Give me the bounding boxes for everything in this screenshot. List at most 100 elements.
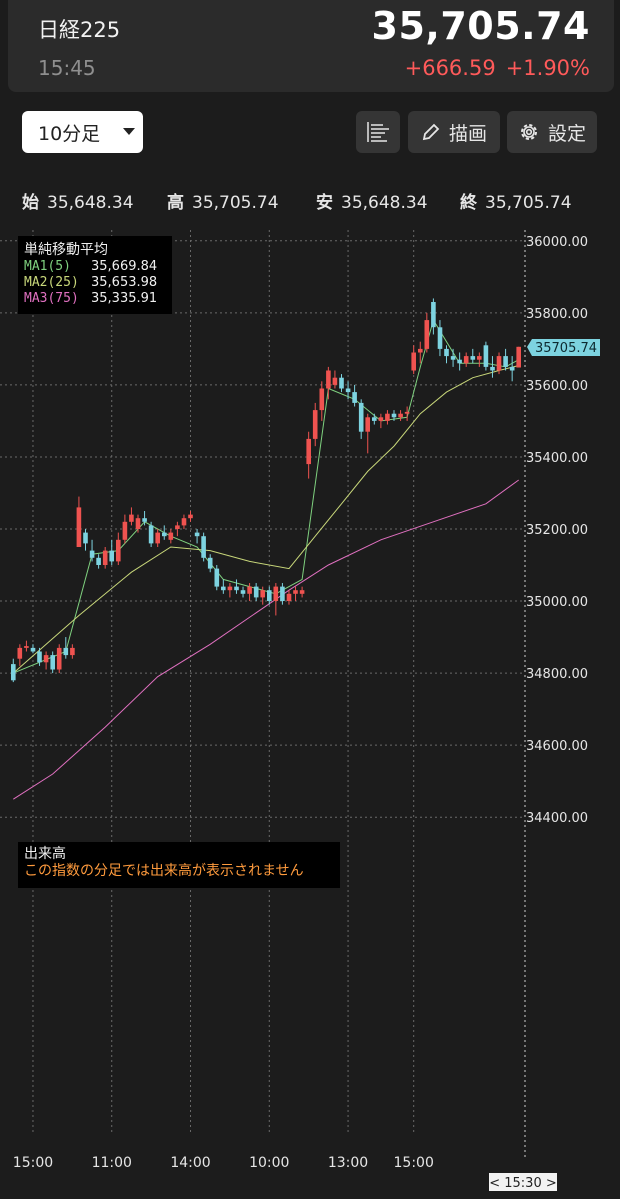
- candle-body: [273, 586, 279, 601]
- index-name: 日経225: [38, 18, 121, 42]
- high-value: 35,705.74: [192, 193, 279, 213]
- interval-select[interactable]: 10分足: [22, 111, 143, 153]
- candle-body: [477, 356, 482, 360]
- candle-body: [312, 410, 318, 439]
- candle-body: [509, 366, 515, 371]
- candle-body: [490, 366, 495, 371]
- y-tick-label: 36000.00: [526, 235, 588, 250]
- candle-body: [240, 590, 246, 594]
- price-chart[interactable]: 34400.00 34600.00 34800.00 35000.00 35200.00…: [0, 230, 620, 1199]
- y-tick-label: 34800.00: [526, 667, 588, 682]
- candle-body: [352, 392, 357, 403]
- ma-line: [12, 365, 519, 674]
- ohlc-open: 始 35,648.34: [22, 188, 134, 213]
- ma1-value: 35,669.84: [91, 259, 157, 274]
- candle-body: [332, 377, 338, 385]
- pencil-icon: [422, 123, 440, 141]
- x-tick-label: 13:00: [328, 1155, 368, 1171]
- candle-body: [83, 532, 88, 544]
- close-label: 終: [460, 193, 477, 213]
- candle-body: [194, 532, 200, 537]
- candle-body: [365, 417, 370, 432]
- candle-body: [214, 568, 220, 587]
- ma1-label: MA1(5): [24, 259, 71, 274]
- candle-body: [207, 557, 213, 569]
- candle-body: [70, 647, 75, 656]
- candle-body: [56, 647, 62, 670]
- candle-body: [76, 507, 82, 547]
- volume-title: 出来高: [24, 845, 66, 862]
- candle-body: [372, 417, 377, 421]
- candle-body: [181, 518, 187, 526]
- candle-body: [148, 525, 154, 544]
- candle-body: [253, 586, 259, 598]
- candle-body: [444, 348, 449, 357]
- candle-body: [339, 377, 344, 389]
- settings-button[interactable]: 設定: [507, 111, 597, 153]
- candle-body: [188, 514, 193, 519]
- x-tick-label: 15:00: [394, 1155, 434, 1171]
- draw-button[interactable]: 描画: [408, 111, 500, 153]
- y-tick-label: 34600.00: [526, 739, 588, 754]
- candle-body: [168, 532, 174, 540]
- ma2-value: 35,653.98: [91, 275, 157, 290]
- candle-body: [17, 647, 23, 659]
- x-tick-label: 15:00: [13, 1155, 53, 1171]
- candle-body: [424, 320, 430, 349]
- quote-header: 日経225 15:45 35,705.74 +666.59 +1.90%: [8, 0, 614, 92]
- candle-body: [175, 525, 180, 529]
- y-tick-label: 35200.00: [526, 523, 588, 538]
- ma-line: [13, 318, 519, 674]
- candle-body: [267, 590, 272, 601]
- open-label: 始: [22, 193, 39, 213]
- candle-body: [221, 586, 226, 591]
- candle-body: [24, 646, 29, 648]
- layout-button[interactable]: [356, 111, 400, 153]
- settings-label: 設定: [547, 122, 586, 145]
- candle-body: [299, 590, 305, 594]
- candle-body: [50, 655, 55, 670]
- candle-body: [201, 536, 206, 558]
- y-tick-label: 35000.00: [526, 595, 588, 610]
- low-value: 35,648.34: [341, 193, 428, 213]
- candle-body: [457, 359, 462, 364]
- quote-time: 15:45: [38, 56, 96, 80]
- candle-body: [437, 327, 443, 349]
- candle-body: [155, 532, 160, 544]
- candle-body: [286, 593, 292, 601]
- price-change: +666.59 +1.90%: [395, 56, 590, 80]
- candle-body: [345, 388, 351, 393]
- candle-body: [516, 346, 521, 368]
- candle-body: [358, 402, 364, 432]
- candle-body: [142, 518, 147, 522]
- current-price: 35,705.74: [371, 4, 590, 48]
- ma-legend-title: 単純移動平均: [24, 242, 108, 258]
- chevron-down-icon: [123, 128, 135, 135]
- candle-body: [280, 586, 285, 601]
- low-label: 安: [316, 193, 333, 213]
- candle-body: [96, 557, 101, 565]
- candle-body: [102, 550, 108, 565]
- candle-body: [391, 413, 397, 418]
- candle-body: [503, 356, 508, 367]
- candle-body: [227, 586, 233, 591]
- candle-body: [129, 514, 134, 522]
- x-tick-label: 11:00: [92, 1155, 132, 1171]
- ohlc-high: 高 35,705.74: [167, 188, 279, 213]
- ohlc-close: 終 35,705.74: [460, 188, 572, 213]
- ma2-label: MA2(25): [24, 275, 79, 290]
- y-tick-label: 35800.00: [526, 307, 588, 322]
- ohlc-low: 安 35,648.34: [316, 188, 428, 213]
- candle-body: [306, 438, 311, 465]
- candle-body: [385, 413, 390, 421]
- gear-icon: [520, 124, 537, 140]
- candle-body: [109, 550, 114, 562]
- candle-body: [398, 413, 403, 418]
- candle-body: [411, 352, 416, 371]
- change-value: +666.59: [404, 56, 496, 80]
- candle-body: [30, 647, 36, 652]
- x-tick-label: 14:00: [170, 1155, 210, 1171]
- candle-body: [43, 655, 49, 663]
- candle-body: [470, 356, 476, 360]
- ma3-label: MA3(75): [24, 291, 79, 306]
